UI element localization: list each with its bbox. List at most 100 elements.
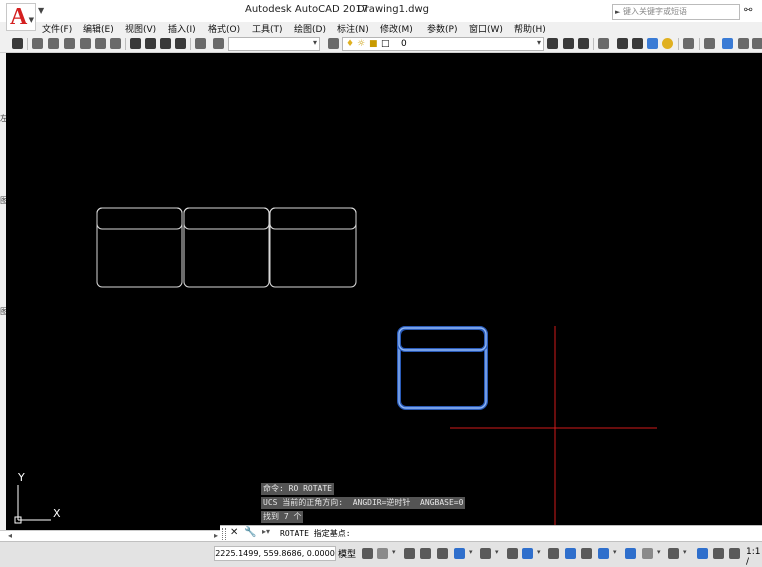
ucs-icon[interactable] [704,38,715,49]
chevron-down-icon[interactable]: ▾ [657,548,661,556]
workspace-icon[interactable] [110,38,121,49]
toolbar-separator [699,38,700,50]
customize-wrench-icon[interactable]: 🔧 [244,527,256,538]
workspace-icon[interactable] [32,38,43,49]
selection-filter-icon[interactable] [642,548,653,559]
visual-style-icon[interactable] [598,38,609,49]
annotation-scale-icon[interactable] [729,548,740,559]
3d-object-snap-icon[interactable] [598,548,609,559]
quick-access-dropdown-icon[interactable]: ▼ [38,6,44,15]
ortho-icon[interactable] [420,548,431,559]
layer-tool-icon[interactable] [563,38,574,49]
menu-draw[interactable]: 绘图(D) [294,22,326,35]
horizontal-scrollbar[interactable]: ◂ ▸ [0,530,220,541]
command-prompt-icon[interactable]: ▸▾ [262,527,270,536]
grid-icon[interactable] [362,548,373,559]
application-menu-button[interactable]: A ▼ [6,3,36,31]
material-icon[interactable] [662,38,673,49]
menu-modify[interactable]: 修改(M) [380,22,413,35]
scroll-right-icon[interactable]: ▸ [214,531,218,540]
annotation-visibility-icon[interactable] [697,548,708,559]
orbit-icon[interactable] [752,38,762,49]
shade-icon[interactable] [617,38,628,49]
new-icon[interactable] [12,38,23,49]
seat-back-right[interactable] [269,207,357,288]
shade-icon[interactable] [632,38,643,49]
close-icon[interactable]: ✕ [230,527,238,538]
menu-dimension[interactable]: 标注(N) [337,22,369,35]
binoculars-search-icon[interactable]: ⚯ [744,5,752,16]
command-history-line: UCS 当前的正角方向: ANGDIR=逆时针 ANGBASE=0 [261,497,466,509]
menu-format[interactable]: 格式(O) [208,22,240,35]
annotation-monitor-icon[interactable] [522,548,533,559]
menu-file[interactable]: 文件(F) [42,22,72,35]
render-icon[interactable] [145,38,156,49]
menu-edit[interactable]: 编辑(E) [83,22,114,35]
object-snap-tracking-icon[interactable] [480,548,491,559]
match-properties-icon[interactable] [213,38,224,49]
lineweight-icon[interactable] [548,548,559,559]
workspace-icon[interactable] [64,38,75,49]
workspace-icon[interactable] [95,38,106,49]
render-icon[interactable] [160,38,171,49]
chevron-down-icon: ▼ [28,16,34,24]
chevron-down-icon[interactable]: ▾ [537,548,541,556]
chevron-down-icon[interactable]: ▾ [469,548,473,556]
menu-help[interactable]: 帮助(H) [514,22,546,35]
selection-cycling-icon[interactable] [581,548,592,559]
menu-window[interactable]: 窗口(W) [469,22,503,35]
seat-back-left[interactable] [96,207,183,288]
layer-tool-icon[interactable] [578,38,589,49]
auto-scale-icon[interactable] [713,548,724,559]
chevron-down-icon[interactable]: ▾ [392,548,396,556]
help-search-input[interactable]: ► 键入关键字或短语 [612,4,740,20]
layer-tool-icon[interactable] [547,38,558,49]
seat-back-middle[interactable] [183,207,270,288]
drag-handle[interactable] [222,528,226,540]
dynamic-ucs-icon[interactable] [625,548,636,559]
camera-icon[interactable] [683,38,694,49]
layer-properties-icon[interactable] [328,38,339,49]
chevron-down-icon[interactable]: ▾ [683,548,687,556]
zoom-icon[interactable] [722,38,733,49]
chevron-down-icon: ▾ [312,38,317,47]
seat-cushion-right[interactable] [269,207,357,230]
render-icon[interactable] [130,38,141,49]
seat-cushion-middle[interactable] [183,207,270,230]
command-prompt[interactable]: ROTATE 指定基点: [280,528,351,539]
layer-dropdown[interactable]: ♦ ☼ ■ □ 0 ▾ [342,37,544,51]
workspace-icon[interactable] [48,38,59,49]
pan-icon[interactable] [738,38,749,49]
scroll-left-icon[interactable]: ◂ [8,531,12,540]
menu-tools[interactable]: 工具(T) [252,22,283,35]
gizmo-icon[interactable] [668,548,679,559]
sun-icon: ☼ [357,39,366,49]
style-dropdown[interactable]: ▾ [228,37,320,51]
shade-icon[interactable] [647,38,658,49]
single-seat-cushion[interactable] [398,327,487,351]
model-space[interactable]: Y X [6,53,762,530]
menu-insert[interactable]: 插入(I) [168,22,196,35]
infer-constraints-icon[interactable] [404,548,415,559]
single-seat-selected[interactable] [397,326,488,410]
seat-cushion-left[interactable] [96,207,183,230]
object-snap-icon[interactable] [507,548,518,559]
render-icon[interactable] [175,38,186,49]
sofa-three-seat[interactable] [96,207,357,288]
drawing-canvas[interactable]: Y X 命令: RO ROTATE UCS 当前的正角方向: ANGDIR=逆时… [6,53,762,530]
annotation-scale-value[interactable]: 1:1 / [746,547,762,567]
menu-view[interactable]: 视图(V) [125,22,156,35]
transparency-icon[interactable] [565,548,576,559]
chevron-down-icon[interactable]: ▾ [495,548,499,556]
model-space-toggle[interactable]: 模型 [338,547,356,560]
polar-tracking-icon[interactable] [437,548,448,559]
single-seat-body[interactable] [398,327,487,409]
isodraft-icon[interactable] [454,548,465,559]
menu-parametric[interactable]: 参数(P) [427,22,457,35]
properties-icon[interactable] [195,38,206,49]
chevron-down-icon[interactable]: ▾ [613,548,617,556]
snap-icon[interactable] [377,548,388,559]
coordinate-readout[interactable]: 2225.1499, 559.8686, 0.0000 [214,546,336,561]
workspace-icon[interactable] [80,38,91,49]
crosshair-cursor [450,326,657,530]
